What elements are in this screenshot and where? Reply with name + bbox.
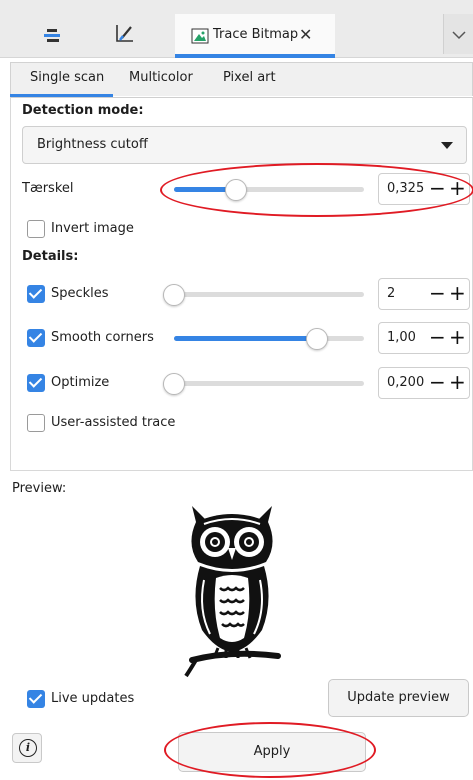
annotation-ellipse-apply <box>164 722 376 778</box>
detection-mode-heading: Detection mode: <box>22 103 144 118</box>
user-assisted-trace-checkbox[interactable] <box>27 414 45 432</box>
optimize-decrease-button[interactable]: − <box>429 370 446 394</box>
update-preview-button[interactable]: Update preview <box>328 679 469 717</box>
tab-multicolor[interactable]: Multicolor <box>129 70 193 85</box>
tab-title: Trace Bitmap <box>213 27 299 42</box>
speckles-spinbox[interactable]: 2 − + <box>378 278 470 310</box>
optimize-checkbox[interactable] <box>27 374 45 392</box>
smooth-corners-spinbox[interactable]: 1,00 − + <box>378 322 470 354</box>
live-updates-checkbox[interactable] <box>27 690 45 708</box>
invert-image-checkbox[interactable] <box>27 220 45 238</box>
detection-mode-dropdown[interactable]: Brightness cutoff <box>22 126 467 164</box>
speckles-increase-button[interactable]: + <box>449 281 466 305</box>
speckles-slider-track[interactable] <box>174 292 364 297</box>
threshold-label: Tærskel <box>22 181 74 196</box>
smooth-corners-slider-handle[interactable] <box>306 328 328 350</box>
trace-bitmap-icon <box>191 28 209 44</box>
detection-mode-value: Brightness cutoff <box>37 137 148 152</box>
smooth-corners-label: Smooth corners <box>51 330 154 345</box>
align-dialog-tab[interactable] <box>38 22 68 48</box>
paint-brush-icon <box>116 25 133 42</box>
dropdown-arrow-icon <box>441 142 453 149</box>
tab-single-scan[interactable]: Single scan <box>30 70 104 85</box>
smooth-corners-decrease-button[interactable]: − <box>429 325 446 349</box>
speckles-decrease-button[interactable]: − <box>429 281 446 305</box>
optimize-slider-handle[interactable] <box>163 373 185 395</box>
optimize-increase-button[interactable]: + <box>449 370 466 394</box>
smooth-corners-slider-track[interactable] <box>174 336 364 341</box>
details-heading: Details: <box>22 249 79 264</box>
optimize-value: 0,200 <box>387 375 425 390</box>
info-button[interactable]: i <box>12 733 42 763</box>
smooth-corners-increase-button[interactable]: + <box>449 325 466 349</box>
optimize-spinbox[interactable]: 0,200 − + <box>378 367 470 399</box>
update-preview-label: Update preview <box>347 690 450 705</box>
tab-trace-bitmap[interactable]: Trace Bitmap ✕ <box>175 14 335 58</box>
optimize-label: Optimize <box>51 375 110 390</box>
tab-pixel-art[interactable]: Pixel art <box>223 70 276 85</box>
speckles-label: Speckles <box>51 286 109 301</box>
trace-mode-tabs: Single scan Multicolor Pixel art <box>10 62 473 96</box>
smooth-corners-slider-fill <box>174 336 317 341</box>
preview-label: Preview: <box>12 481 67 496</box>
dialog-tab-bar: Trace Bitmap ✕ <box>0 0 473 58</box>
speckles-slider-handle[interactable] <box>163 284 185 306</box>
annotation-ellipse-threshold <box>160 163 473 217</box>
smooth-corners-checkbox[interactable] <box>27 329 45 347</box>
info-icon: i <box>19 739 37 757</box>
traced-owl-preview-image <box>184 506 281 678</box>
speckles-checkbox[interactable] <box>27 285 45 303</box>
close-tab-icon[interactable]: ✕ <box>299 25 312 44</box>
tab-menu-button[interactable] <box>443 14 473 54</box>
fill-stroke-dialog-tab[interactable] <box>110 20 140 48</box>
optimize-slider-track[interactable] <box>174 381 364 386</box>
user-assisted-trace-label: User-assisted trace <box>51 415 176 430</box>
chevron-down-icon <box>452 31 466 40</box>
speckles-value: 2 <box>387 286 396 301</box>
invert-image-label: Invert image <box>51 221 134 236</box>
live-updates-label: Live updates <box>51 691 135 706</box>
smooth-corners-value: 1,00 <box>387 330 416 345</box>
align-icon <box>44 29 60 42</box>
